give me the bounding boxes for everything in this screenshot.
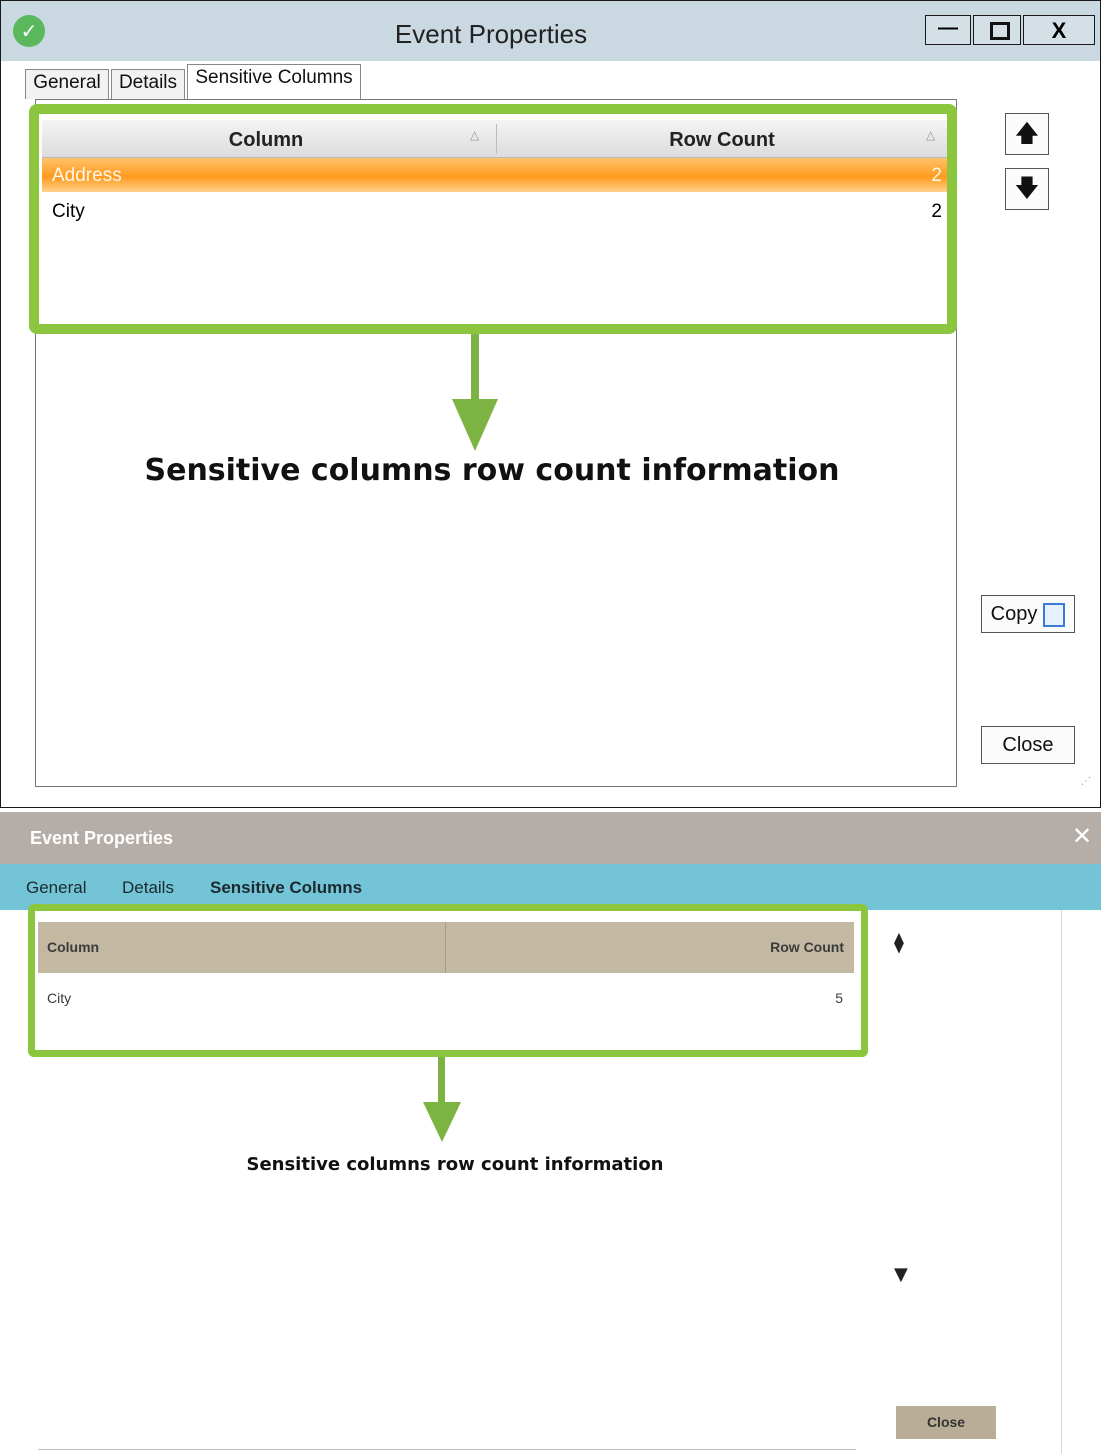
- maximize-icon: [990, 22, 1010, 40]
- close-button[interactable]: Close: [896, 1406, 996, 1439]
- resize-grip-icon[interactable]: ⋰: [1081, 776, 1091, 787]
- close-window-button[interactable]: X: [1023, 15, 1095, 45]
- tab-sensitive-columns[interactable]: Sensitive Columns: [187, 64, 361, 100]
- close-icon[interactable]: ✕: [1072, 822, 1092, 850]
- copy-icon: [1043, 602, 1066, 627]
- move-up-button[interactable]: 🡅: [1005, 113, 1049, 155]
- close-button[interactable]: Close: [981, 726, 1075, 764]
- panel-divider: [1061, 910, 1062, 1454]
- highlight-box: [28, 904, 868, 1057]
- tab-details[interactable]: Details: [111, 69, 185, 99]
- arrow-down-annotation: [438, 1057, 445, 1107]
- tab-general[interactable]: General: [25, 69, 109, 99]
- arrow-down-annotation: [471, 334, 479, 404]
- classic-event-properties-window: ✓ Event Properties — X General Details S…: [0, 0, 1101, 808]
- arrow-head-annotation: [423, 1102, 461, 1142]
- window-title: Event Properties: [394, 19, 588, 49]
- window-title: Event Properties: [30, 828, 174, 848]
- annotation-caption: Sensitive columns row count information: [144, 453, 840, 488]
- arrow-up-icon: 🡅: [1014, 120, 1040, 147]
- copy-button[interactable]: Copy: [981, 595, 1075, 633]
- minimize-button[interactable]: —: [925, 15, 971, 45]
- title-bar: ✓ Event Properties — X: [1, 1, 1100, 61]
- move-down-icon[interactable]: ▼: [894, 1264, 908, 1285]
- arrow-head-annotation: [452, 399, 498, 451]
- highlight-box: [29, 104, 957, 334]
- move-down-button[interactable]: 🡇: [1005, 168, 1049, 210]
- arrow-down-icon: 🡇: [1014, 175, 1040, 202]
- move-up-icon[interactable]: ⧫: [894, 930, 904, 954]
- annotation-caption: Sensitive columns row count information: [246, 1154, 664, 1175]
- maximize-button[interactable]: [973, 15, 1021, 45]
- copy-button-label: Copy: [990, 603, 1038, 625]
- footer-divider: [38, 1449, 856, 1450]
- web-event-properties-window: Event Properties ✕ General Details Sensi…: [0, 812, 1101, 1454]
